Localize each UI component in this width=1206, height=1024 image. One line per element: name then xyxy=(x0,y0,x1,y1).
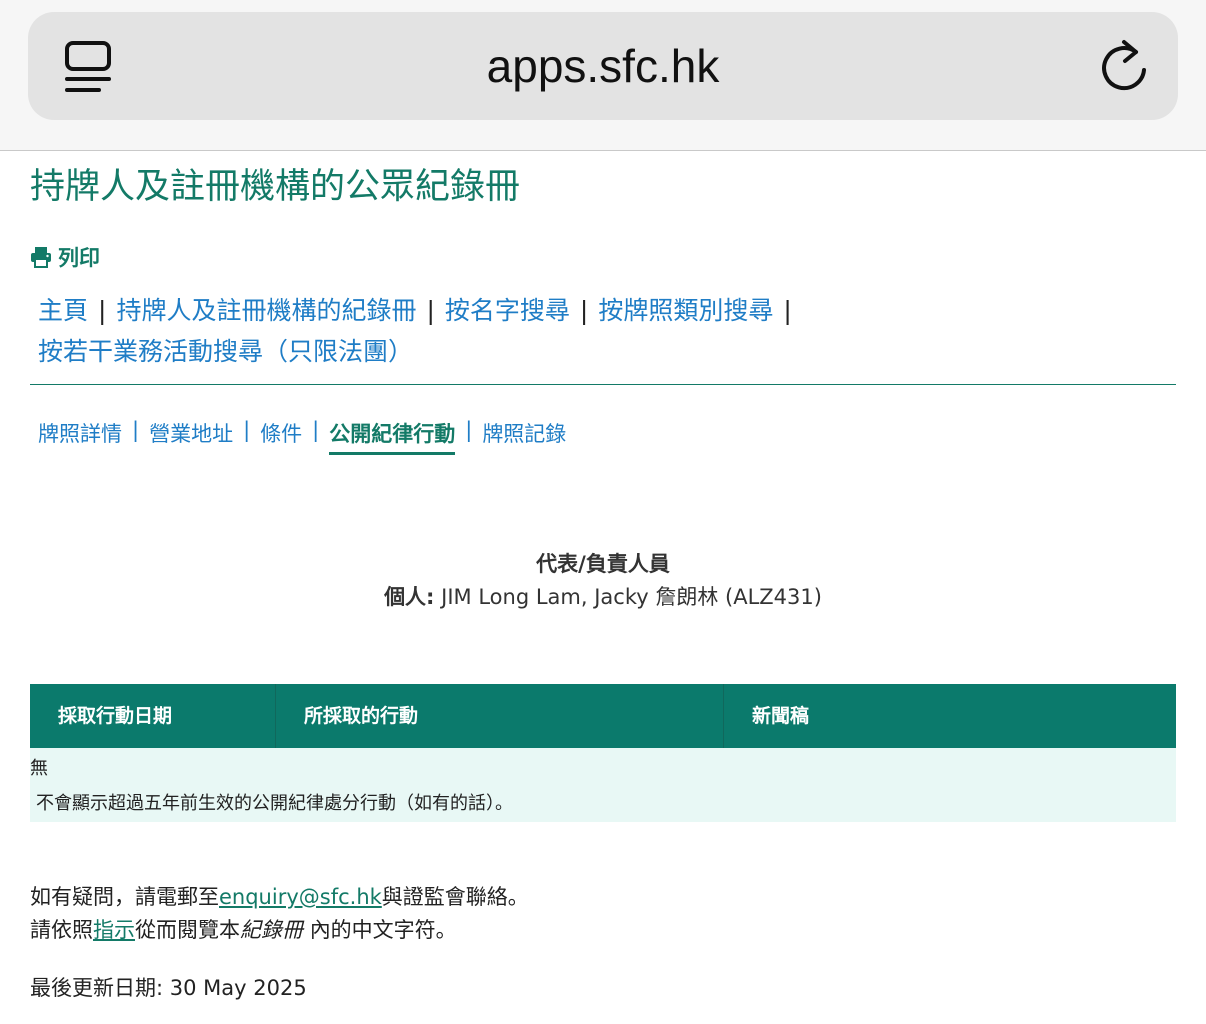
empty-row-text: 無 xyxy=(30,758,48,779)
nav-separator: | xyxy=(783,296,792,325)
print-label: 列印 xyxy=(58,246,100,270)
contact-line: 如有疑問，請電郵至enquiry@sfc.hk與證監會聯絡。 xyxy=(30,881,529,911)
table-body: 無 不會顯示超過五年前生效的公開紀律處分行動（如有的話）。 xyxy=(30,748,1176,822)
breadcrumb-nav: 主頁 | 持牌人及註冊機構的紀錄冊 | 按名字搜尋 | 按牌照類別搜尋 | 按若干業務活動搜尋（… xyxy=(38,290,1178,372)
browser-toolbar: apps.sfc.hk xyxy=(0,0,1206,151)
guide-italic: 紀錄冊 xyxy=(240,918,303,942)
print-button[interactable]: 列印 xyxy=(30,242,100,272)
tab-separator: | xyxy=(465,418,473,442)
contact-prefix: 如有疑問，請電郵至 xyxy=(30,885,219,909)
tab-licence-details[interactable]: 牌照詳情 xyxy=(38,418,122,455)
tab-conditions[interactable]: 條件 xyxy=(260,418,302,455)
guide-prefix: 請依照 xyxy=(30,918,93,942)
tab-separator: | xyxy=(312,418,320,442)
reload-icon[interactable] xyxy=(1098,38,1150,94)
address-bar[interactable]: apps.sfc.hk xyxy=(28,12,1178,120)
email-link[interactable]: enquiry@sfc.hk xyxy=(219,885,382,909)
last-updated: 最後更新日期: 30 May 2025 xyxy=(30,976,307,1000)
person-label: 個人: xyxy=(384,585,435,609)
nav-link-home[interactable]: 主頁 xyxy=(38,296,88,325)
nav-link-search-licence[interactable]: 按牌照類別搜尋 xyxy=(598,296,773,325)
page-title: 持牌人及註冊機構的公眾紀錄冊 xyxy=(30,167,521,207)
column-header-action: 所採取的行動 xyxy=(276,684,724,748)
nav-link-search-activity[interactable]: 按若干業務活動搜尋（只限法團） xyxy=(38,337,413,366)
representative-heading: 代表/負責人員 xyxy=(536,552,670,576)
nav-link-search-name[interactable]: 按名字搜尋 xyxy=(445,296,570,325)
url-text[interactable]: apps.sfc.hk xyxy=(28,12,1178,120)
column-header-date: 採取行動日期 xyxy=(30,684,276,748)
nav-separator: | xyxy=(426,296,435,325)
column-header-press-release: 新聞稿 xyxy=(752,705,810,727)
divider xyxy=(30,384,1176,385)
table-header: 採取行動日期 所採取的行動 新聞稿 xyxy=(30,684,1176,748)
printer-icon xyxy=(31,247,51,268)
detail-tabs: 牌照詳情 | 營業地址 | 條件 | 公開紀律行動 | 牌照記錄 xyxy=(38,418,566,455)
guide-line: 請依照指示從而閱覽本紀錄冊 內的中文字符。 xyxy=(30,914,457,944)
disciplinary-table: 採取行動日期 所採取的行動 新聞稿 無 不會顯示超過五年前生效的公開紀律處分行動… xyxy=(30,684,1176,822)
contact-suffix: 與證監會聯絡。 xyxy=(381,885,529,909)
guide-link[interactable]: 指示 xyxy=(93,918,135,942)
guide-suffix: 內的中文字符。 xyxy=(309,918,457,942)
tab-separator: | xyxy=(132,418,140,442)
tab-separator: | xyxy=(243,418,251,442)
nav-separator: | xyxy=(579,296,589,325)
guide-middle: 從而閱覽本 xyxy=(135,918,240,942)
representative-person: 個人: JIM Long Lam, Jacky 詹朗林 (ALZ431) xyxy=(0,581,1206,611)
tab-disciplinary-action[interactable]: 公開紀律行動 xyxy=(329,418,456,455)
nav-separator: | xyxy=(98,296,107,325)
person-value: JIM Long Lam, Jacky 詹朗林 (ALZ431) xyxy=(441,585,822,609)
tab-licence-record[interactable]: 牌照記錄 xyxy=(482,418,566,455)
nav-link-register[interactable]: 持牌人及註冊機構的紀錄冊 xyxy=(116,296,416,325)
table-note: 不會顯示超過五年前生效的公開紀律處分行動（如有的話）。 xyxy=(36,793,513,814)
tab-business-address[interactable]: 營業地址 xyxy=(149,418,233,455)
